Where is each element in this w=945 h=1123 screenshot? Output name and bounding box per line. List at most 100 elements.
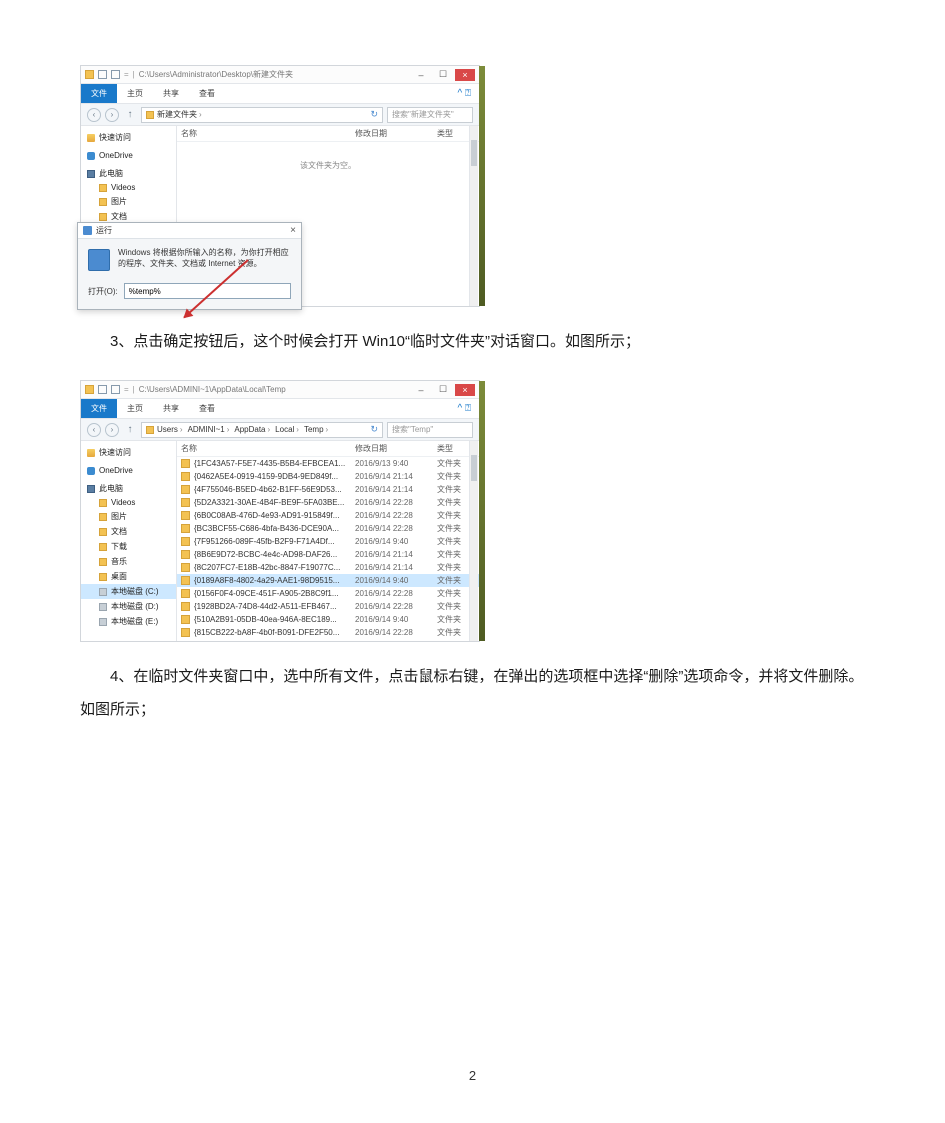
star-icon bbox=[87, 134, 95, 142]
sidebar-quick-access[interactable]: 快速访问 bbox=[81, 445, 176, 460]
scrollbar[interactable] bbox=[469, 126, 478, 306]
ribbon-help-icon[interactable]: ^ ⍰ bbox=[450, 403, 479, 414]
sidebar-item[interactable]: 下载 bbox=[81, 539, 176, 554]
column-date[interactable]: 修改日期 bbox=[355, 443, 437, 454]
explorer-window-1: = | C:\Users\Administrator\Desktop\新建文件夹… bbox=[80, 65, 480, 307]
breadcrumb[interactable]: Local bbox=[275, 425, 301, 434]
nav-back-button[interactable]: ‹ bbox=[87, 108, 101, 122]
minimize-button[interactable]: – bbox=[411, 384, 431, 396]
ribbon-tab[interactable]: 查看 bbox=[189, 88, 225, 99]
close-button[interactable]: × bbox=[455, 384, 475, 396]
ribbon-tab[interactable]: 主页 bbox=[117, 403, 153, 414]
file-row[interactable]: {8B6E9D72-BCBC-4e4c-AD98-DAF26...2016/9/… bbox=[177, 548, 479, 561]
nav-forward-button[interactable]: › bbox=[105, 108, 119, 122]
breadcrumb[interactable]: Users bbox=[157, 425, 185, 434]
close-button[interactable]: × bbox=[455, 69, 475, 81]
separator: = bbox=[124, 385, 129, 394]
file-name: {0156F0F4-09CE-451F-A905-2B8C9f1... bbox=[194, 589, 355, 598]
titlebar-icon bbox=[98, 70, 107, 79]
search-input[interactable]: 搜索"新建文件夹" bbox=[387, 107, 473, 123]
file-row[interactable]: {815CB222-bA8F-4b0f-B091-DFE2F50...2016/… bbox=[177, 626, 479, 639]
ribbon-tab[interactable]: 查看 bbox=[189, 403, 225, 414]
file-date: 2016/9/14 22:28 bbox=[355, 628, 437, 637]
file-name: {0462A5E4-0919-4159-9DB4-9ED849f... bbox=[194, 472, 355, 481]
breadcrumb[interactable]: Temp bbox=[304, 425, 330, 434]
cloud-icon bbox=[87, 467, 95, 475]
ribbon-tab[interactable]: 主页 bbox=[117, 88, 153, 99]
refresh-icon[interactable]: ↻ bbox=[370, 424, 378, 435]
file-date: 2016/9/14 22:28 bbox=[355, 602, 437, 611]
maximize-button[interactable]: ☐ bbox=[433, 384, 453, 396]
folder-icon bbox=[181, 589, 190, 598]
file-row[interactable]: {BC3BCF55-C686-4bfa-B436-DCE90A...2016/9… bbox=[177, 522, 479, 535]
ribbon-file-tab[interactable]: 文件 bbox=[81, 399, 117, 418]
folder-icon bbox=[181, 563, 190, 572]
sidebar-item[interactable]: 桌面 bbox=[81, 569, 176, 584]
folder-icon bbox=[99, 198, 107, 206]
file-date: 2016/9/14 21:14 bbox=[355, 563, 437, 572]
column-headers: 名称 修改日期 类型 bbox=[177, 441, 479, 457]
sidebar-item[interactable]: Videos bbox=[81, 496, 176, 509]
sidebar-onedrive[interactable]: OneDrive bbox=[81, 149, 176, 162]
folder-icon bbox=[99, 213, 107, 221]
sidebar-item[interactable]: 音乐 bbox=[81, 554, 176, 569]
file-row[interactable]: {8C207FC7-E18B-42bc-8847-F19077C...2016/… bbox=[177, 561, 479, 574]
file-row[interactable]: {1FC43A57-F5E7-4435-B5B4-EFBCEA1...2016/… bbox=[177, 457, 479, 470]
sidebar-item[interactable]: Videos bbox=[81, 181, 176, 194]
folder-icon bbox=[99, 184, 107, 192]
maximize-button[interactable]: ☐ bbox=[433, 69, 453, 81]
file-row[interactable]: {5D2A3321-30AE-4B4F-BE9F-5FA03BE...2016/… bbox=[177, 496, 479, 509]
pc-icon bbox=[87, 170, 95, 178]
sidebar-drive-d[interactable]: 本地磁盘 (D:) bbox=[81, 599, 176, 614]
sidebar-drive-e[interactable]: 本地磁盘 (E:) bbox=[81, 614, 176, 629]
sidebar-thispc[interactable]: 此电脑 bbox=[81, 166, 176, 181]
breadcrumb[interactable]: ADMINI~1 bbox=[188, 425, 232, 434]
folder-icon bbox=[181, 537, 190, 546]
sidebar-item[interactable]: 图片 bbox=[81, 509, 176, 524]
file-row[interactable]: {1928BD2A-74D8-44d2-A511-EFB467...2016/9… bbox=[177, 600, 479, 613]
sidebar-item[interactable]: 文档 bbox=[81, 524, 176, 539]
file-row[interactable]: {7F951266-089F-45fb-B2F9-F71A4Df...2016/… bbox=[177, 535, 479, 548]
minimize-button[interactable]: – bbox=[411, 69, 431, 81]
sidebar-thispc[interactable]: 此电脑 bbox=[81, 481, 176, 496]
sidebar-onedrive[interactable]: OneDrive bbox=[81, 464, 176, 477]
file-row[interactable]: {0189A8F8-4802-4a29-AAE1-98D9515...2016/… bbox=[177, 574, 479, 587]
ribbon-file-tab[interactable]: 文件 bbox=[81, 84, 117, 103]
desktop-edge bbox=[479, 381, 485, 641]
file-list: {1FC43A57-F5E7-4435-B5B4-EFBCEA1...2016/… bbox=[177, 457, 479, 641]
file-name: {8C207FC7-E18B-42bc-8847-F19077C... bbox=[194, 563, 355, 572]
file-row[interactable]: {510A2B91-05DB-40ea-946A-8EC189...2016/9… bbox=[177, 613, 479, 626]
ribbon-tab[interactable]: 共享 bbox=[153, 403, 189, 414]
scrollbar[interactable] bbox=[469, 441, 478, 641]
column-date[interactable]: 修改日期 bbox=[355, 128, 437, 139]
folder-icon bbox=[99, 513, 107, 521]
ribbon-tab[interactable]: 共享 bbox=[153, 88, 189, 99]
file-row[interactable]: {0462A5E4-0919-4159-9DB4-9ED849f...2016/… bbox=[177, 470, 479, 483]
folder-icon bbox=[181, 602, 190, 611]
address-input[interactable]: Users ADMINI~1 AppData Local Temp ↻ bbox=[141, 422, 383, 438]
nav-up-button[interactable]: ↑ bbox=[123, 108, 137, 122]
address-input[interactable]: 新建文件夹 ↻ bbox=[141, 107, 383, 123]
ribbon-help-icon[interactable]: ^ ⍰ bbox=[450, 88, 479, 99]
refresh-icon[interactable]: ↻ bbox=[370, 109, 378, 120]
sidebar-item[interactable]: 图片 bbox=[81, 194, 176, 209]
breadcrumb[interactable]: AppData bbox=[234, 425, 272, 434]
folder-icon bbox=[146, 111, 154, 119]
breadcrumb[interactable]: 新建文件夹 bbox=[157, 109, 204, 120]
sidebar-quick-access[interactable]: 快速访问 bbox=[81, 130, 176, 145]
window-titlebar: = | C:\Users\ADMINI~1\AppData\Local\Temp… bbox=[81, 381, 479, 399]
sidebar-drive-c[interactable]: 本地磁盘 (C:) bbox=[81, 584, 176, 599]
dialog-title: 运行 bbox=[96, 225, 112, 236]
cloud-icon bbox=[87, 152, 95, 160]
file-row[interactable]: {6B0C08AB-476D-4e93-AD91-915849f...2016/… bbox=[177, 509, 479, 522]
column-name[interactable]: 名称 bbox=[181, 443, 355, 454]
column-name[interactable]: 名称 bbox=[181, 128, 355, 139]
file-row[interactable]: {4F755046-B5ED-4b62-B1FF-56E9D53...2016/… bbox=[177, 483, 479, 496]
dialog-close-button[interactable]: × bbox=[290, 225, 296, 236]
nav-back-button[interactable]: ‹ bbox=[87, 423, 101, 437]
search-input[interactable]: 搜索"Temp" bbox=[387, 422, 473, 438]
nav-up-button[interactable]: ↑ bbox=[123, 423, 137, 437]
run-icon bbox=[83, 226, 92, 235]
nav-forward-button[interactable]: › bbox=[105, 423, 119, 437]
file-row[interactable]: {0156F0F4-09CE-451F-A905-2B8C9f1...2016/… bbox=[177, 587, 479, 600]
